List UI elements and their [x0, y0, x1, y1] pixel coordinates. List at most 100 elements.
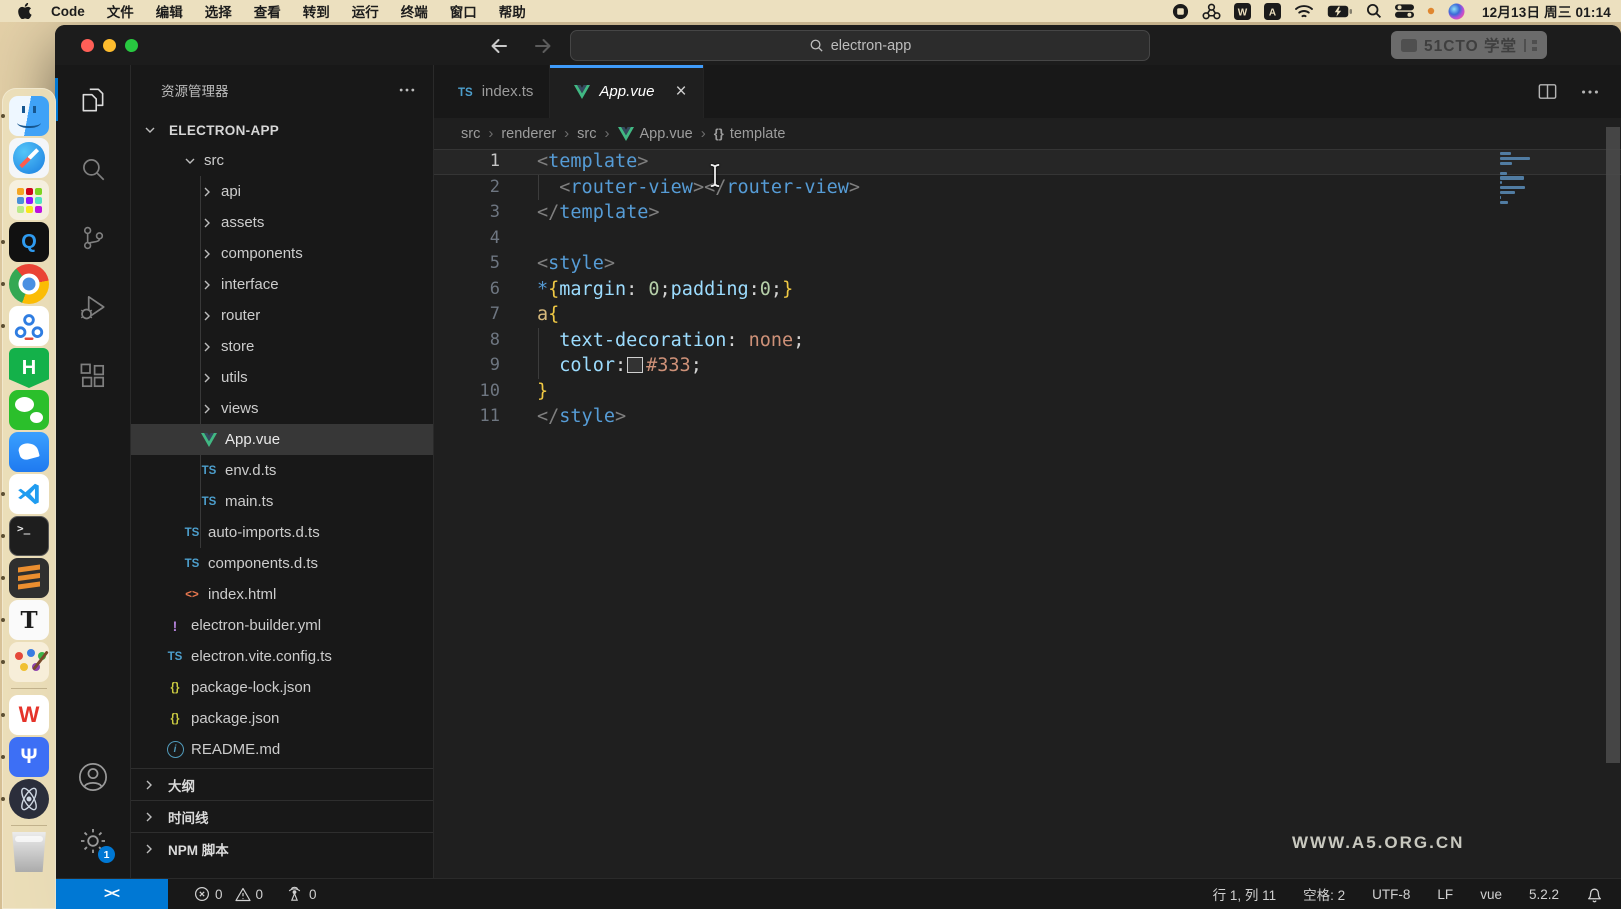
wifi-icon[interactable] — [1294, 4, 1314, 19]
tab-App.vue[interactable]: App.vue× — [550, 65, 703, 118]
menu-查看[interactable]: 查看 — [243, 1, 292, 21]
forward-arrow-icon[interactable] — [531, 34, 555, 58]
code-editor[interactable]: 1<template>2 <router-view></router-view>… — [434, 149, 1621, 879]
menu-转到[interactable]: 转到 — [292, 1, 341, 21]
remote-indicator[interactable]: >< — [55, 879, 168, 909]
control-center-icon[interactable] — [1395, 3, 1414, 19]
editor-scrollbar[interactable] — [1606, 127, 1620, 763]
tree-item-main.ts[interactable]: TSmain.ts — [131, 486, 433, 517]
activity-extensions[interactable] — [55, 341, 130, 410]
menu-编辑[interactable]: 编辑 — [145, 1, 194, 21]
settings-button[interactable]: 1 — [55, 821, 130, 861]
dock-hbuilder[interactable]: H — [9, 348, 49, 388]
tree-item-src[interactable]: src — [131, 145, 433, 176]
dock-text-editor[interactable]: T — [9, 600, 49, 640]
tree-item-electron.vite.config.ts[interactable]: TSelectron.vite.config.ts — [131, 641, 433, 672]
activity-search[interactable] — [55, 134, 130, 203]
code-line-4[interactable]: 4 — [434, 226, 1621, 252]
tree-item-package.json[interactable]: {}package.json — [131, 703, 433, 734]
ports-indicator[interactable]: 0 — [285, 886, 317, 902]
breadcrumb-renderer[interactable]: renderer — [501, 126, 556, 142]
code-line-6[interactable]: 6*{margin: 0;padding:0;} — [434, 277, 1621, 303]
siri-icon[interactable] — [1448, 3, 1465, 20]
dock-wps[interactable]: W — [9, 695, 49, 735]
code-line-11[interactable]: 11</style> — [434, 404, 1621, 430]
menu-选择[interactable]: 选择 — [194, 1, 243, 21]
editor-more-actions-icon[interactable] — [1579, 81, 1601, 103]
dock-dingtalk[interactable] — [9, 432, 49, 472]
zoom-window-button[interactable] — [125, 39, 138, 52]
breadcrumb-src[interactable]: src — [461, 126, 480, 142]
tree-item-electron-builder.yml[interactable]: !electron-builder.yml — [131, 610, 433, 641]
dock-paint[interactable] — [9, 642, 49, 682]
menu-clock[interactable]: 12月13日 周三 01:14 — [1478, 1, 1611, 21]
code-line-2[interactable]: 2 <router-view></router-view> — [434, 175, 1621, 201]
tree-item-auto-imports.d.ts[interactable]: TSauto-imports.d.ts — [131, 517, 433, 548]
apple-menu[interactable] — [10, 3, 40, 19]
menu-文件[interactable]: 文件 — [96, 1, 145, 21]
dock-chrome[interactable] — [9, 264, 49, 304]
code-line-10[interactable]: 10} — [434, 379, 1621, 405]
dock-nodes-app[interactable] — [9, 306, 49, 346]
close-tab-icon[interactable]: × — [675, 82, 686, 101]
tab-index.ts[interactable]: TSindex.ts — [434, 65, 550, 118]
dock-sublime[interactable] — [9, 558, 49, 598]
tree-item-store[interactable]: store — [131, 331, 433, 362]
code-line-8[interactable]: 8 text-decoration: none; — [434, 328, 1621, 354]
tree-item-views[interactable]: views — [131, 393, 433, 424]
activity-explorer[interactable] — [55, 65, 130, 134]
activity-run-debug[interactable] — [55, 272, 130, 341]
minimap[interactable] — [1500, 152, 1546, 206]
indentation[interactable]: 空格: 2 — [1303, 884, 1345, 904]
dock-electron[interactable] — [9, 779, 49, 819]
minimize-window-button[interactable] — [103, 39, 116, 52]
code-line-1[interactable]: 1<template> — [434, 149, 1621, 175]
close-window-button[interactable] — [81, 39, 94, 52]
tree-item-package-lock.json[interactable]: {}package-lock.json — [131, 672, 433, 703]
cursor-position[interactable]: 行 1, 列 11 — [1213, 884, 1277, 904]
dock-wechat[interactable] — [9, 390, 49, 430]
command-center-search[interactable]: electron-app — [570, 30, 1150, 61]
tree-item-README.md[interactable]: iREADME.md — [131, 734, 433, 765]
spotlight-icon[interactable] — [1366, 3, 1382, 19]
eol-sequence[interactable]: LF — [1437, 887, 1453, 902]
screen-record-icon[interactable] — [1172, 3, 1189, 20]
back-arrow-icon[interactable] — [487, 34, 511, 58]
dock-launchpad[interactable] — [9, 180, 49, 220]
tree-item-components.d.ts[interactable]: TScomponents.d.ts — [131, 548, 433, 579]
w-badge-icon[interactable]: W — [1234, 3, 1251, 20]
dock-vscode[interactable] — [9, 474, 49, 514]
tree-item-components[interactable]: components — [131, 238, 433, 269]
bell-icon[interactable] — [1586, 886, 1603, 903]
menu-窗口[interactable]: 窗口 — [439, 1, 488, 21]
color-swatch[interactable] — [627, 357, 643, 373]
language-mode[interactable]: vue — [1480, 887, 1502, 902]
breadcrumb-src[interactable]: src — [577, 126, 596, 142]
code-line-5[interactable]: 5<style> — [434, 251, 1621, 277]
encoding[interactable]: UTF-8 — [1372, 887, 1410, 902]
menu-终端[interactable]: 终端 — [390, 1, 439, 21]
tree-root-electron-app[interactable]: ELECTRON-APP — [131, 115, 433, 145]
nodes-icon[interactable] — [1202, 3, 1221, 20]
dock-media-player[interactable]: Q — [9, 222, 49, 262]
account-button[interactable] — [55, 757, 130, 797]
menu-帮助[interactable]: 帮助 — [488, 1, 537, 21]
battery-icon[interactable] — [1327, 5, 1353, 18]
split-editor-icon[interactable] — [1536, 80, 1559, 103]
tree-item-api[interactable]: api — [131, 176, 433, 207]
breadcrumb-App.vue[interactable]: App.vue — [618, 126, 693, 142]
extension-version[interactable]: 5.2.2 — [1529, 887, 1559, 902]
sidebar-section-NPM 脚本[interactable]: NPM 脚本 — [131, 832, 433, 864]
activity-source-control[interactable] — [55, 203, 130, 272]
problems-indicator[interactable]: 0 0 — [194, 886, 263, 902]
dock-finder[interactable] — [9, 96, 49, 136]
tree-item-env.d.ts[interactable]: TSenv.d.ts — [131, 455, 433, 486]
tree-item-index.html[interactable]: <>index.html — [131, 579, 433, 610]
tree-item-utils[interactable]: utils — [131, 362, 433, 393]
code-line-9[interactable]: 9 color:#333; — [434, 353, 1621, 379]
tree-item-interface[interactable]: interface — [131, 269, 433, 300]
tree-item-assets[interactable]: assets — [131, 207, 433, 238]
code-line-7[interactable]: 7a{ — [434, 302, 1621, 328]
dock-safari[interactable] — [9, 138, 49, 178]
sidebar-section-大纲[interactable]: 大纲 — [131, 768, 433, 800]
